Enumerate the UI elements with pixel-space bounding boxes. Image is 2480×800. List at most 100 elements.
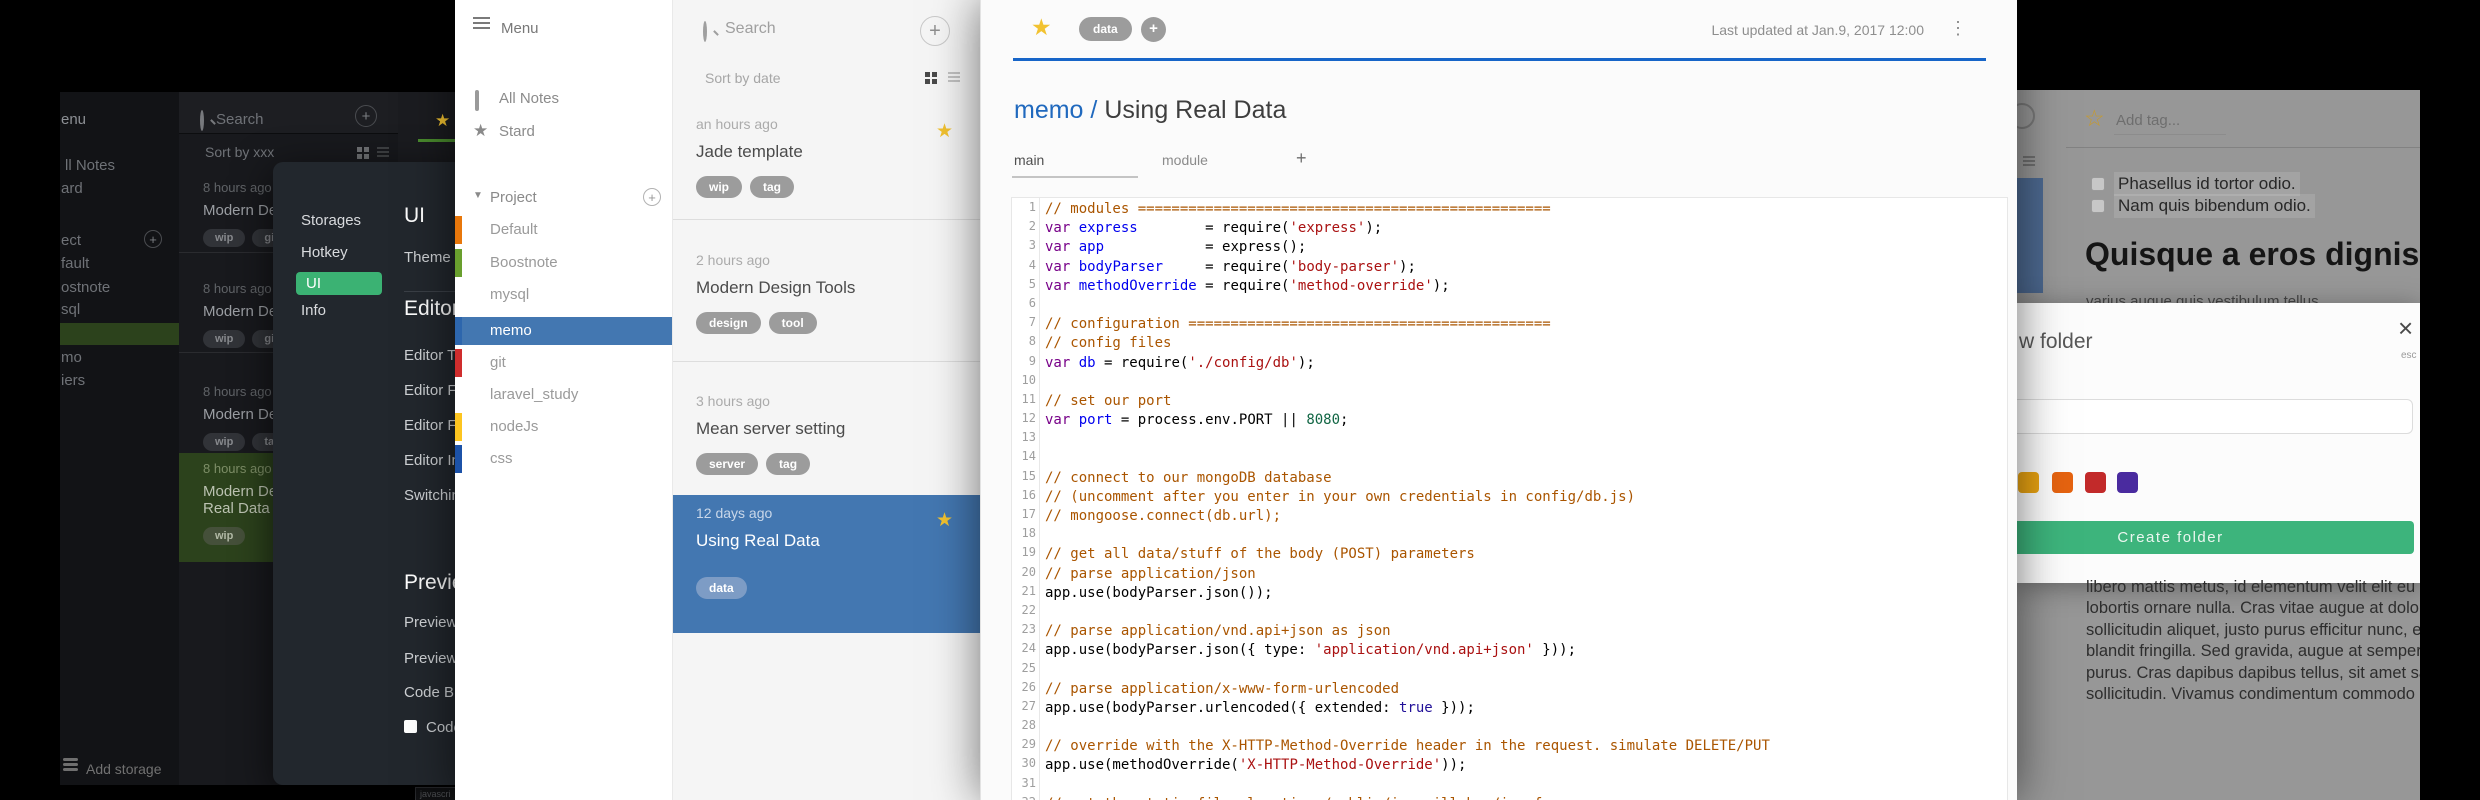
note-title: Jade template: [696, 142, 803, 161]
breadcrumb-folder[interactable]: memo: [1014, 96, 1083, 124]
sort-control[interactable]: Sort by date: [705, 70, 781, 86]
sidebar-item-starred[interactable]: Stard: [499, 123, 535, 140]
folder-item-mysql[interactable]: mysql: [455, 281, 672, 309]
grid-view-icon[interactable]: [925, 72, 937, 84]
folder-item-boostnote[interactable]: Boostnote: [455, 249, 672, 277]
settings-nav-item-ui[interactable]: UI: [296, 272, 382, 295]
more-options-icon[interactable]: ⋮: [1949, 18, 1967, 39]
code-editor[interactable]: 1 // modules ============================…: [1011, 197, 2008, 800]
sidebar-item-starred[interactable]: ard: [61, 180, 83, 197]
add-note-button[interactable]: +: [920, 16, 950, 46]
code-line: 18: [1012, 524, 2007, 544]
star-icon[interactable]: ★: [936, 509, 953, 532]
settings-section-title-editor: Editor: [404, 297, 459, 320]
code-token: 'express': [1289, 220, 1366, 237]
note-card[interactable]: 3 hours ago Mean server setting server tag: [673, 383, 981, 495]
sidebar-item-all-notes[interactable]: All Notes: [499, 90, 559, 107]
note-star-button[interactable]: ★: [1031, 14, 1052, 41]
note-title-breadcrumb: memo / Using Real Data: [1014, 96, 1286, 125]
folder-item-css[interactable]: css: [455, 445, 672, 473]
star-icon[interactable]: ★: [435, 111, 450, 131]
folder-item-git[interactable]: git: [455, 349, 672, 377]
color-swatch[interactable]: [2117, 472, 2138, 493]
list-view-icon[interactable]: [377, 147, 389, 159]
folder-item-laravel_study[interactable]: laravel_study: [455, 381, 672, 409]
checklist-item: Nam quis bibendum odio.: [2114, 194, 2315, 218]
code-token: = require(: [1095, 354, 1189, 371]
note-time: 2 hours ago: [696, 252, 770, 268]
tab-main[interactable]: main: [1014, 152, 1044, 168]
code-token: app.use(bodyParser.urlencoded({ extended…: [1045, 699, 1400, 716]
folder-item[interactable]: fault: [60, 253, 179, 275]
code-token: app.use(bodyParser.json({ type:: [1045, 642, 1315, 659]
sidebar-item-all-notes[interactable]: ll Notes: [65, 157, 115, 174]
add-folder-button[interactable]: +: [643, 188, 661, 206]
folder-item-default[interactable]: Default: [455, 216, 672, 244]
settings-nav-item-hotkey[interactable]: Hotkey: [301, 244, 348, 261]
folder-label: git: [490, 354, 506, 371]
star-icon[interactable]: ★: [936, 120, 953, 143]
add-folder-button[interactable]: +: [144, 230, 162, 248]
code-line: 19 // get all data/stuff of the body (POS…: [1012, 543, 2007, 563]
folder-item[interactable]: mo: [60, 347, 179, 369]
folder-item[interactable]: ostnote: [60, 277, 179, 299]
folder-item-memo[interactable]: memo: [455, 317, 672, 345]
color-swatch[interactable]: [2052, 472, 2073, 493]
add-tag-button[interactable]: +: [1141, 17, 1166, 42]
note-card[interactable]: 12 days ago ★ Using Real Data data: [673, 495, 981, 633]
code-token: // override with the X-HTTP-Method-Overr…: [1045, 738, 1770, 755]
code-text: // configuration =======================…: [1040, 316, 1551, 332]
hamburger-icon[interactable]: [473, 17, 490, 32]
line-number: 29: [1021, 737, 1036, 752]
line-number: 6: [1028, 295, 1036, 310]
code-token: // mongoose.connect(db.url);: [1045, 508, 1282, 524]
menu-label[interactable]: enu: [61, 111, 86, 128]
folder-item[interactable]: sql: [60, 299, 179, 321]
all-notes-icon: [475, 90, 479, 111]
checkbox[interactable]: [404, 720, 417, 733]
sidebar-section-project[interactable]: Project: [490, 189, 537, 206]
search-icon: [703, 21, 707, 42]
grid-view-icon[interactable]: [357, 147, 369, 159]
new-tab-button[interactable]: +: [1296, 148, 1307, 169]
search-input[interactable]: Search: [725, 20, 776, 38]
sidebar-section-project[interactable]: ect: [61, 232, 81, 249]
folder-item[interactable]: [60, 323, 179, 345]
tag-row: design tool: [696, 312, 981, 334]
line-number: 9: [1028, 353, 1036, 368]
line-number: 27: [1021, 698, 1036, 713]
create-folder-button[interactable]: Create folder: [2017, 521, 2414, 554]
code-line: 21 app.use(bodyParser.json());: [1012, 581, 2007, 601]
add-note-button[interactable]: +: [355, 105, 377, 127]
folder-name-input[interactable]: [2017, 399, 2413, 434]
setting-item-theme[interactable]: Theme: [404, 249, 451, 266]
add-storage-button[interactable]: Add storage: [86, 761, 162, 777]
settings-nav-item-info[interactable]: Info: [301, 302, 326, 319]
code-text: // parse application/vnd.api+json as jso…: [1040, 623, 1391, 639]
list-view-icon[interactable]: [948, 72, 960, 84]
folder-item-nodejs[interactable]: nodeJs: [455, 413, 672, 441]
code-line: 20 // parse application/json: [1012, 562, 2007, 582]
close-icon[interactable]: ×: [2398, 313, 2413, 344]
sort-control[interactable]: Sort by xxx: [205, 144, 274, 160]
line-number: 7: [1028, 315, 1036, 330]
tab-module[interactable]: module: [1162, 152, 1208, 168]
note-heading: Quisque a eros dignissim: [2085, 236, 2420, 272]
code-token: true: [1399, 699, 1433, 716]
note-card[interactable]: 2 hours ago Modern Design Tools design tool: [673, 242, 981, 362]
folder-item[interactable]: iers: [60, 370, 179, 392]
note-card[interactable]: an hours ago ★ Jade template wip tag: [673, 106, 981, 220]
tag-pill: wip: [203, 229, 246, 247]
color-swatch[interactable]: [2085, 472, 2106, 493]
code-token: app.use(methodOverride(: [1045, 757, 1239, 774]
menu-label[interactable]: Menu: [501, 20, 539, 37]
search-input[interactable]: Search: [216, 111, 264, 128]
settings-nav-item-storages[interactable]: Storages: [301, 212, 361, 229]
color-swatch[interactable]: [2018, 472, 2039, 493]
add-note-button: [2017, 103, 2035, 129]
collapse-arrow-icon[interactable]: ▼: [473, 190, 483, 201]
